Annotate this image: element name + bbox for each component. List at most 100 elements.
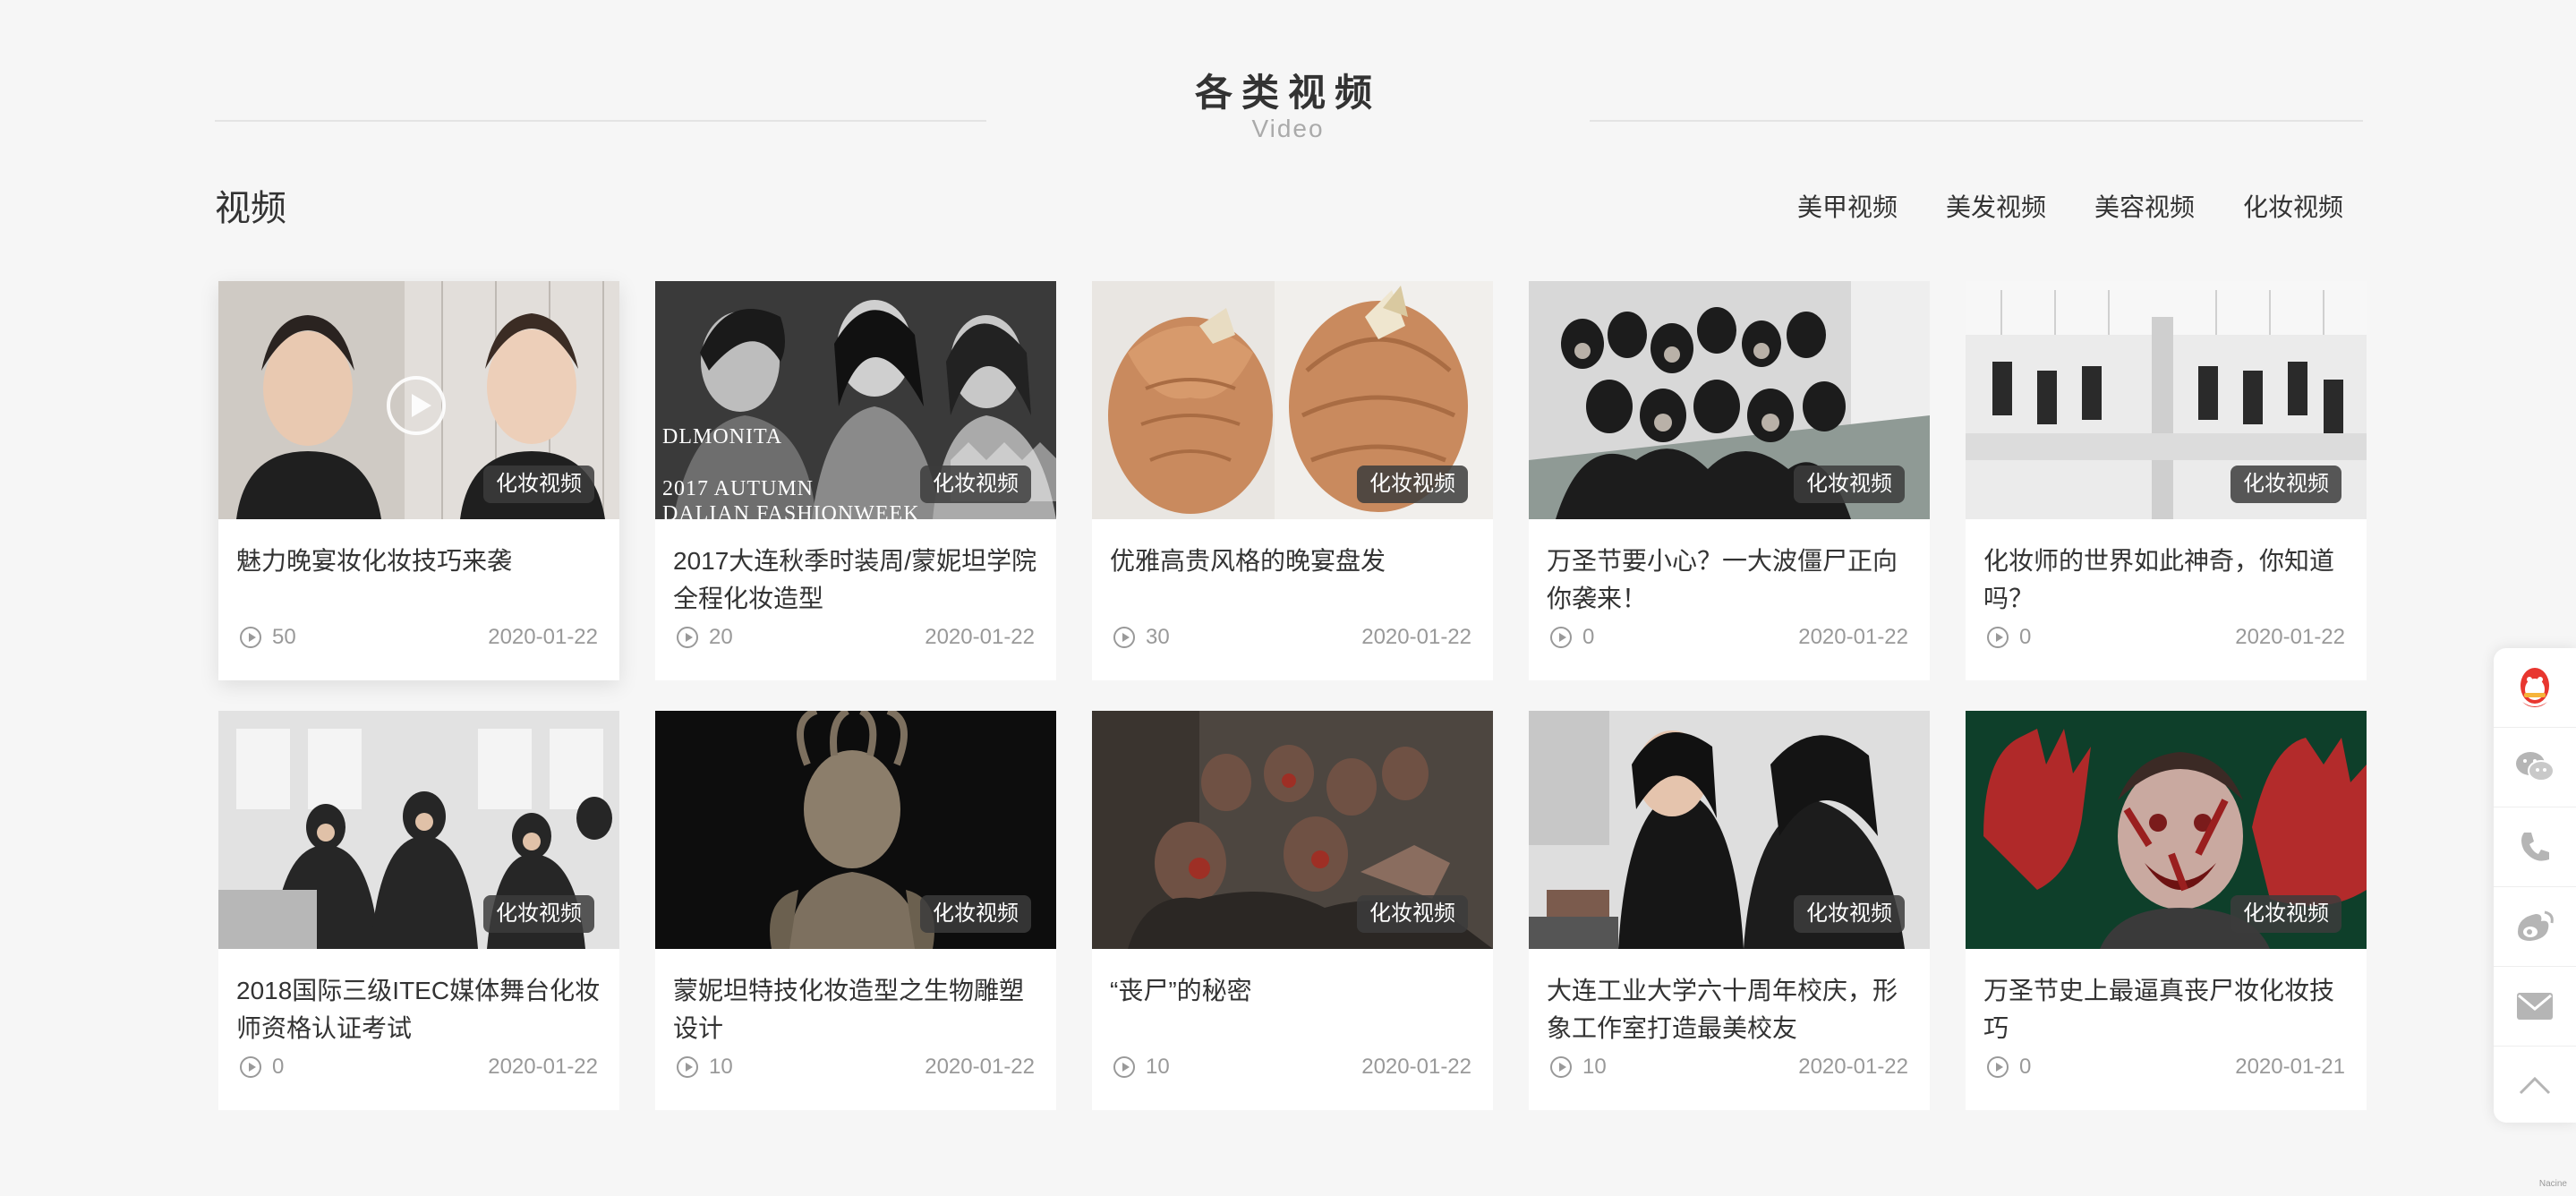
publish-date: 2020-01-22 (488, 1055, 598, 1079)
publish-date: 2020-01-22 (1798, 625, 1908, 649)
video-card[interactable]: 化妆视频 化妆师的世界如此神奇，你知道吗？ 0 2020-01-22 (1966, 281, 2367, 680)
publish-date: 2020-01-22 (1361, 1055, 1471, 1079)
video-title[interactable]: 魅力晚宴妆化妆技巧来袭 (236, 542, 603, 580)
chevron-up-icon (2519, 1076, 2551, 1095)
video-meta: 0 2020-01-22 (1987, 619, 2345, 655)
view-count: 10 (709, 1055, 733, 1079)
video-title[interactable]: 大连工业大学六十周年校庆，形象工作室打造最美校友 (1547, 972, 1914, 1047)
video-thumbnail: 化妆视频 (1529, 711, 1930, 949)
video-meta: 20 2020-01-22 (677, 619, 1035, 655)
wechat-button[interactable] (2494, 728, 2576, 807)
video-card[interactable]: 化妆视频 2018国际三级ITEC媒体舞台化妆师资格认证考试 0 2020-01… (218, 711, 619, 1110)
play-count-icon (1550, 627, 1572, 648)
video-thumbnail: 化妆视频 (1966, 711, 2367, 949)
video-title[interactable]: 万圣节要小心？一大波僵尸正向你袭来！ (1547, 542, 1914, 618)
play-count-icon (1113, 1056, 1135, 1078)
view-count: 0 (1582, 625, 1595, 649)
video-card[interactable]: 化妆视频 “丧尸”的秘密 10 2020-01-22 (1092, 711, 1493, 1110)
video-thumbnail: 化妆视频 (1966, 281, 2367, 519)
video-meta: 50 2020-01-22 (240, 619, 598, 655)
view-count: 50 (272, 625, 296, 649)
video-meta: 30 2020-01-22 (1113, 619, 1471, 655)
back-to-top-button[interactable] (2494, 1046, 2576, 1125)
publish-date: 2020-01-22 (1361, 625, 1471, 649)
category-badge: 化妆视频 (2231, 466, 2341, 503)
video-title[interactable]: 优雅高贵风格的晚宴盘发 (1110, 542, 1477, 580)
publish-date: 2020-01-22 (2235, 625, 2345, 649)
publish-date: 2020-01-22 (925, 1055, 1035, 1079)
video-title[interactable]: 蒙妮坦特技化妆造型之生物雕塑设计 (673, 972, 1040, 1047)
video-card[interactable]: 化妆视频 大连工业大学六十周年校庆，形象工作室打造最美校友 10 2020-01… (1529, 711, 1930, 1110)
publish-date: 2020-01-21 (2235, 1055, 2345, 1079)
view-count: 0 (2019, 1055, 2032, 1079)
category-badge: 化妆视频 (1357, 466, 1468, 503)
video-thumbnail: 化妆视频 (1092, 711, 1493, 949)
play-count-icon (677, 627, 698, 648)
video-thumbnail: 化妆视频 (1529, 281, 1930, 519)
play-button-icon[interactable] (387, 376, 446, 435)
video-thumbnail: DLMONITA 2017 AUTUMN DALIAN FASHIONWEEK … (655, 281, 1056, 519)
play-count-icon (240, 627, 261, 648)
publish-date: 2020-01-22 (488, 625, 598, 649)
video-card[interactable]: 化妆视频 魅力晚宴妆化妆技巧来袭 50 2020-01-22 (218, 281, 619, 680)
view-count: 0 (272, 1055, 285, 1079)
tab-makeup-video[interactable]: 化妆视频 (2243, 188, 2343, 224)
section-header: 各类视频 Video (0, 63, 2576, 152)
category-badge: 化妆视频 (1794, 895, 1905, 933)
video-title[interactable]: 2018国际三级ITEC媒体舞台化妆师资格认证考试 (236, 972, 603, 1047)
view-count: 30 (1146, 625, 1170, 649)
play-count-icon (677, 1056, 698, 1078)
section-subtitle: Video (1251, 115, 1325, 142)
tab-hair-video[interactable]: 美发视频 (1946, 188, 2046, 224)
video-title[interactable]: 化妆师的世界如此神奇，你知道吗？ (1983, 542, 2350, 618)
qq-icon (2521, 668, 2549, 707)
play-count-icon (240, 1056, 261, 1078)
video-card[interactable]: 化妆视频 优雅高贵风格的晚宴盘发 30 2020-01-22 (1092, 281, 1493, 680)
view-count: 10 (1582, 1055, 1607, 1079)
floating-contact-bar (2494, 648, 2576, 1123)
view-count: 10 (1146, 1055, 1170, 1079)
video-thumbnail: 化妆视频 (655, 711, 1056, 949)
video-title[interactable]: “丧尸”的秘密 (1110, 972, 1477, 1010)
video-meta: 0 2020-01-22 (240, 1049, 598, 1085)
publish-date: 2020-01-22 (1798, 1055, 1908, 1079)
video-card[interactable]: 化妆视频 蒙妮坦特技化妆造型之生物雕塑设计 10 2020-01-22 (655, 711, 1056, 1110)
video-thumbnail: 化妆视频 (1092, 281, 1493, 519)
category-badge: 化妆视频 (483, 466, 594, 503)
video-meta: 10 2020-01-22 (1113, 1049, 1471, 1085)
section-title: 各类视频 (1194, 72, 1381, 114)
category-badge: 化妆视频 (483, 895, 594, 933)
phone-icon (2521, 833, 2549, 861)
tab-beauty-video[interactable]: 美容视频 (2094, 188, 2195, 224)
tab-nail-video[interactable]: 美甲视频 (1797, 188, 1898, 224)
video-card[interactable]: 化妆视频 万圣节史上最逼真丧尸妆化妆技巧 0 2020-01-21 (1966, 711, 2367, 1110)
publish-date: 2020-01-22 (925, 625, 1035, 649)
video-title[interactable]: 万圣节史上最逼真丧尸妆化妆技巧 (1983, 972, 2350, 1047)
category-badge: 化妆视频 (920, 895, 1031, 933)
weibo-button[interactable] (2494, 887, 2576, 967)
play-count-icon (1113, 627, 1135, 648)
overlay-line-brand: DLMONITA (662, 425, 783, 448)
video-meta: 10 2020-01-22 (677, 1049, 1035, 1085)
video-card[interactable]: 化妆视频 万圣节要小心？一大波僵尸正向你袭来！ 0 2020-01-22 (1529, 281, 1930, 680)
weibo-icon (2518, 910, 2554, 941)
overlay-line-event: DALIAN FASHIONWEEK (662, 502, 920, 519)
play-count-icon (1987, 627, 2009, 648)
category-badge: 化妆视频 (1357, 895, 1468, 933)
category-tabs: 美甲视频 美发视频 美容视频 化妆视频 (1797, 188, 2343, 224)
category-badge: 化妆视频 (1794, 466, 1905, 503)
video-card[interactable]: DLMONITA 2017 AUTUMN DALIAN FASHIONWEEK … (655, 281, 1056, 680)
mail-button[interactable] (2494, 967, 2576, 1046)
play-count-icon (1987, 1056, 2009, 1078)
video-thumbnail: 化妆视频 (218, 711, 619, 949)
category-badge: 化妆视频 (920, 466, 1031, 503)
video-meta: 0 2020-01-21 (1987, 1049, 2345, 1085)
video-thumbnail: 化妆视频 (218, 281, 619, 519)
play-count-icon (1550, 1056, 1572, 1078)
category-badge: 化妆视频 (2231, 895, 2341, 933)
qq-button[interactable] (2494, 648, 2576, 728)
video-grid: 化妆视频 魅力晚宴妆化妆技巧来袭 50 2020-01-22 DLMONITA … (218, 281, 2367, 1110)
thumbnail-overlay-text: DLMONITA 2017 AUTUMN DALIAN FASHIONWEEK (662, 424, 920, 519)
video-title[interactable]: 2017大连秋季时装周/蒙妮坦学院全程化妆造型 (673, 542, 1040, 618)
phone-button[interactable] (2494, 807, 2576, 887)
